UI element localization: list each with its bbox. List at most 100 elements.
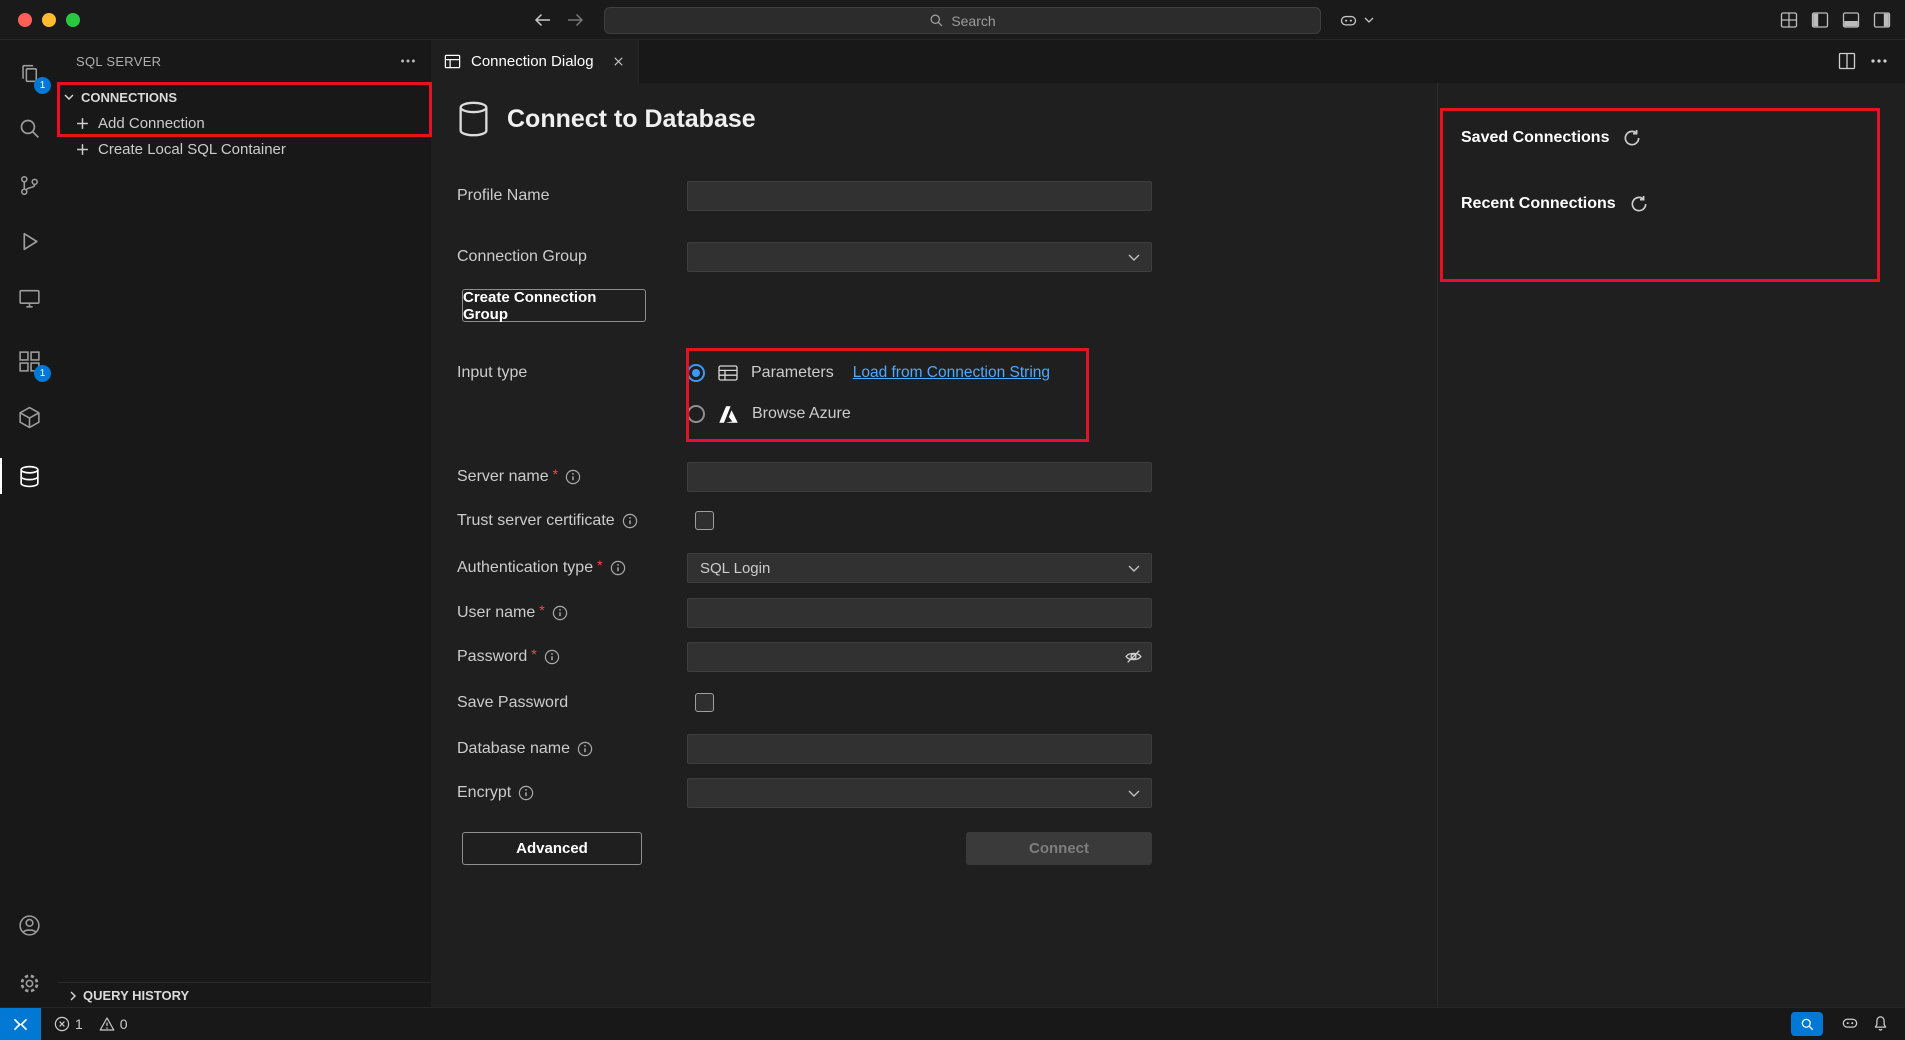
- authentication-type-label: Authentication type*: [457, 558, 626, 578]
- panel-left-icon[interactable]: [1808, 9, 1832, 31]
- add-icon: [76, 143, 89, 156]
- connection-group-dropdown[interactable]: [687, 242, 1152, 272]
- authentication-type-value: SQL Login: [700, 560, 770, 577]
- create-connection-group-button[interactable]: Create Connection Group: [462, 289, 646, 322]
- refresh-icon[interactable]: [1630, 195, 1648, 213]
- search-icon: [929, 13, 944, 28]
- close-traffic-light[interactable]: [18, 13, 32, 27]
- remote-explorer-icon[interactable]: [0, 274, 58, 322]
- chevron-down-icon: [1128, 254, 1140, 261]
- authentication-type-dropdown[interactable]: SQL Login: [687, 553, 1152, 583]
- layout-grid-icon[interactable]: [1777, 9, 1801, 31]
- trust-server-certificate-checkbox[interactable]: [695, 511, 714, 530]
- connect-button[interactable]: Connect: [966, 832, 1152, 865]
- forward-arrow-icon[interactable]: [562, 11, 588, 29]
- extensions-icon[interactable]: 1: [0, 337, 58, 385]
- status-bar: 1 0: [0, 1007, 1905, 1039]
- run-debug-icon[interactable]: [0, 217, 58, 265]
- info-icon[interactable]: [544, 649, 560, 665]
- extensions-badge: 1: [34, 365, 51, 382]
- required-asterisk: *: [531, 646, 536, 662]
- editor-area: Connection Dialog Connect to Database Pr…: [431, 40, 1905, 1007]
- encrypt-dropdown[interactable]: [687, 778, 1152, 808]
- tab-label: Connection Dialog: [471, 53, 594, 70]
- chevron-right-icon: [69, 990, 77, 1002]
- connections-side-panel: Saved Connections Recent Connections: [1437, 83, 1905, 1007]
- password-input[interactable]: [687, 642, 1152, 672]
- parameters-radio[interactable]: [687, 364, 705, 382]
- remote-icon[interactable]: [0, 1008, 41, 1040]
- input-type-label: Input type: [457, 363, 527, 383]
- database-name-input[interactable]: [687, 734, 1152, 764]
- info-icon[interactable]: [577, 741, 593, 757]
- browse-azure-radio[interactable]: [687, 405, 705, 423]
- page-title: Connect to Database: [507, 105, 756, 134]
- tree-item-label: Add Connection: [98, 115, 205, 132]
- add-icon: [76, 117, 89, 130]
- copilot-icon[interactable]: [1840, 1013, 1860, 1033]
- tab-bar-actions: [1837, 51, 1889, 71]
- database-icon: [458, 101, 489, 137]
- explorer-icon[interactable]: 1: [0, 49, 58, 97]
- chevron-down-icon: [63, 93, 75, 101]
- advanced-button[interactable]: Advanced: [462, 832, 642, 865]
- more-actions-icon[interactable]: [399, 52, 417, 70]
- accounts-icon[interactable]: [0, 901, 58, 949]
- tab-connection-dialog[interactable]: Connection Dialog: [431, 40, 639, 83]
- user-name-label: User name*: [457, 603, 568, 623]
- parameters-radio-label: Parameters: [751, 364, 834, 382]
- load-from-connection-string-link[interactable]: Load from Connection String: [853, 364, 1050, 382]
- save-password-checkbox[interactable]: [695, 693, 714, 712]
- tree-item-label: Create Local SQL Container: [98, 141, 286, 158]
- info-icon[interactable]: [622, 513, 638, 529]
- info-icon[interactable]: [552, 605, 568, 621]
- bell-icon[interactable]: [1872, 1015, 1889, 1032]
- recent-connections-title: Recent Connections: [1461, 195, 1616, 213]
- query-history-section-label: QUERY HISTORY: [83, 988, 189, 1003]
- sidebar: SQL SERVER CONNECTIONS Add Connection Cr…: [58, 40, 431, 1007]
- explorer-badge: 1: [34, 77, 51, 94]
- sidebar-item-create-local-sql-container[interactable]: Create Local SQL Container: [58, 136, 431, 162]
- chevron-down-icon: [1128, 565, 1140, 572]
- panel-right-icon[interactable]: [1870, 9, 1894, 31]
- more-actions-icon[interactable]: [1869, 51, 1889, 71]
- save-password-label: Save Password: [457, 693, 568, 713]
- trust-server-certificate-label: Trust server certificate: [457, 511, 638, 531]
- sql-server-icon[interactable]: [0, 452, 58, 500]
- source-control-icon[interactable]: [0, 161, 58, 209]
- panel-bottom-icon[interactable]: [1839, 9, 1863, 31]
- profile-name-label: Profile Name: [457, 186, 549, 206]
- containers-icon[interactable]: [0, 393, 58, 441]
- copilot-menu-button[interactable]: [1338, 9, 1374, 31]
- sidebar-title: SQL SERVER: [76, 54, 161, 69]
- user-name-input[interactable]: [687, 598, 1152, 628]
- connection-dialog-tab-icon: [443, 52, 462, 71]
- profile-name-input[interactable]: [687, 181, 1152, 211]
- eye-off-icon[interactable]: [1124, 647, 1143, 666]
- zoom-icon[interactable]: [1791, 1012, 1823, 1036]
- connections-section-header[interactable]: CONNECTIONS: [58, 84, 431, 110]
- server-name-label: Server name*: [457, 467, 581, 487]
- minimize-traffic-light[interactable]: [42, 13, 56, 27]
- required-asterisk: *: [553, 466, 558, 482]
- settings-gear-icon[interactable]: [0, 959, 58, 1007]
- info-icon[interactable]: [610, 560, 626, 576]
- refresh-icon[interactable]: [1623, 129, 1641, 147]
- split-editor-icon[interactable]: [1837, 51, 1857, 71]
- tab-bar: Connection Dialog: [431, 40, 1905, 83]
- close-icon[interactable]: [611, 54, 626, 69]
- server-name-input[interactable]: [687, 462, 1152, 492]
- problems-indicator[interactable]: 1 0: [54, 1008, 128, 1040]
- info-icon[interactable]: [518, 785, 534, 801]
- required-asterisk: *: [597, 557, 602, 573]
- sidebar-item-add-connection[interactable]: Add Connection: [58, 110, 431, 136]
- search-view-icon[interactable]: [0, 104, 58, 152]
- chevron-down-icon: [1128, 790, 1140, 797]
- back-arrow-icon[interactable]: [530, 11, 556, 29]
- warning-count: 0: [120, 1016, 128, 1032]
- query-history-section-header[interactable]: QUERY HISTORY: [58, 982, 431, 1008]
- password-label: Password*: [457, 647, 560, 667]
- maximize-traffic-light[interactable]: [66, 13, 80, 27]
- info-icon[interactable]: [565, 469, 581, 485]
- command-center-search[interactable]: Search: [604, 7, 1321, 34]
